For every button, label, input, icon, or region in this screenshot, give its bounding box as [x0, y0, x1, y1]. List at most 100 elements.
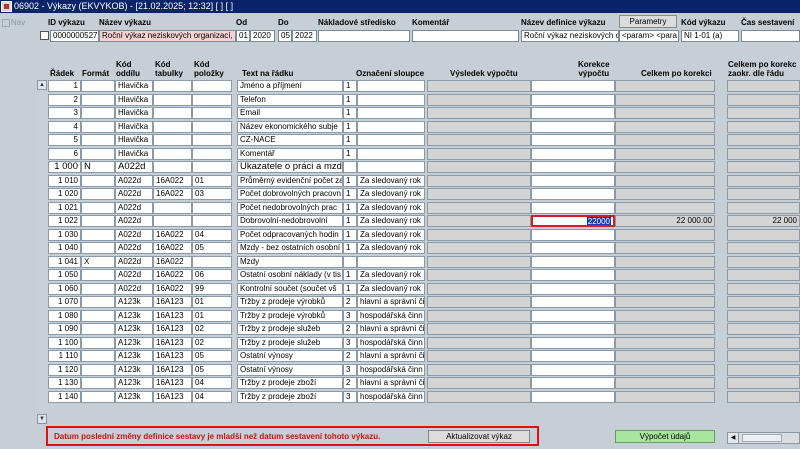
cell-polozka[interactable] [192, 161, 232, 173]
cell-sloupec[interactable] [343, 255, 357, 268]
cell-celkem[interactable] [615, 336, 715, 349]
cell-korekce[interactable] [531, 255, 615, 268]
cell-polozka[interactable]: 04 [192, 228, 232, 241]
cost-center-field[interactable] [318, 30, 410, 42]
cell-oznaceni[interactable]: Za sledovaný rok [357, 201, 425, 214]
cell-vysledek[interactable] [427, 215, 531, 227]
cell-radek[interactable]: 1 000 [48, 161, 81, 173]
cell-radek[interactable]: 1 [48, 80, 81, 92]
cell-text[interactable]: Dobrovolní-nedobrovolní [237, 215, 343, 227]
cell-format[interactable] [81, 215, 115, 227]
cell-tabulka[interactable]: 16A022 [153, 174, 192, 187]
cell-korekce[interactable] [531, 282, 615, 295]
cell-vysledek[interactable] [427, 201, 531, 214]
cell-sloupec[interactable]: 1 [343, 174, 357, 187]
cell-format[interactable] [81, 363, 115, 376]
cell-polozka[interactable]: 01 [192, 296, 232, 308]
cell-oddil[interactable]: A022d [115, 228, 153, 241]
cell-radek[interactable]: 1 030 [48, 228, 81, 241]
cell-polozka[interactable]: 01 [192, 174, 232, 187]
cell-celkem[interactable] [615, 147, 715, 160]
cell-zaokr[interactable] [727, 363, 800, 376]
cell-radek[interactable]: 1 130 [48, 377, 81, 389]
cell-vysledek[interactable] [427, 242, 531, 254]
cell-tabulka[interactable] [153, 120, 192, 133]
cell-zaokr[interactable] [727, 107, 800, 119]
cell-tabulka[interactable] [153, 80, 192, 92]
cell-korekce[interactable] [531, 80, 615, 92]
cell-text[interactable]: Ostatní osobní náklady (v tis [237, 269, 343, 281]
cell-vysledek[interactable] [427, 188, 531, 200]
cell-celkem[interactable] [615, 188, 715, 200]
cell-tabulka[interactable]: 16A123 [153, 336, 192, 349]
cell-radek[interactable]: 6 [48, 147, 81, 160]
cell-text[interactable]: CZ-NACE [237, 134, 343, 146]
cell-vysledek[interactable] [427, 363, 531, 376]
cell-sloupec[interactable]: 1 [343, 228, 357, 241]
cell-oznaceni[interactable] [357, 147, 425, 160]
calculate-button[interactable]: Výpočet údajů [615, 430, 715, 443]
cell-oddil[interactable]: A022d [115, 269, 153, 281]
cell-vysledek[interactable] [427, 107, 531, 119]
cell-celkem[interactable]: 22 000.00 [615, 215, 715, 227]
cell-radek[interactable]: 1 010 [48, 174, 81, 187]
cell-oddil[interactable]: A123k [115, 323, 153, 335]
cell-sloupec[interactable]: 2 [343, 350, 357, 362]
cell-format[interactable] [81, 120, 115, 133]
cell-format[interactable] [81, 377, 115, 389]
cell-sloupec[interactable]: 2 [343, 377, 357, 389]
cell-zaokr[interactable] [727, 282, 800, 295]
cell-tabulka[interactable]: 16A123 [153, 323, 192, 335]
cell-celkem[interactable] [615, 323, 715, 335]
cell-polozka[interactable]: 05 [192, 350, 232, 362]
cell-polozka[interactable]: 02 [192, 323, 232, 335]
cell-vysledek[interactable] [427, 336, 531, 349]
cell-oznaceni[interactable]: hospodářská činn [357, 309, 425, 322]
cell-vysledek[interactable] [427, 93, 531, 106]
cell-sloupec[interactable]: 1 [343, 242, 357, 254]
cell-zaokr[interactable] [727, 377, 800, 389]
cell-oznaceni[interactable]: Za sledovaný rok [357, 188, 425, 200]
cell-vysledek[interactable] [427, 147, 531, 160]
name-field[interactable]: Roční výkaz neziskových organizací, b [99, 30, 236, 42]
cell-zaokr[interactable] [727, 134, 800, 146]
cell-korekce[interactable] [531, 377, 615, 389]
cell-korekce[interactable] [531, 296, 615, 308]
cell-text[interactable]: Tržby z prodeje služeb [237, 336, 343, 349]
cell-oddil[interactable]: A123k [115, 350, 153, 362]
cell-format[interactable]: X [81, 255, 115, 268]
cell-format[interactable] [81, 228, 115, 241]
cell-text[interactable]: Telefon [237, 93, 343, 106]
cell-tabulka[interactable]: 16A022 [153, 255, 192, 268]
cell-text[interactable]: Tržby z prodeje zboží [237, 377, 343, 389]
nav-item[interactable]: Nav [2, 18, 25, 27]
cell-vysledek[interactable] [427, 134, 531, 146]
cell-oznaceni[interactable] [357, 80, 425, 92]
to-month-field[interactable]: 05 [278, 30, 292, 42]
cell-radek[interactable]: 5 [48, 134, 81, 146]
cell-celkem[interactable] [615, 282, 715, 295]
cell-text[interactable]: Komentář [237, 147, 343, 160]
cell-format[interactable] [81, 309, 115, 322]
cell-radek[interactable]: 1 070 [48, 296, 81, 308]
cell-text[interactable]: Ukazatele o práci a mzd [237, 161, 343, 173]
cell-oznaceni[interactable] [357, 134, 425, 146]
cell-celkem[interactable] [615, 120, 715, 133]
cell-korekce[interactable] [531, 147, 615, 160]
cell-zaokr[interactable] [727, 309, 800, 322]
cell-oznaceni[interactable]: hlavní a správní či [357, 377, 425, 389]
cell-oznaceni[interactable] [357, 161, 425, 173]
cell-celkem[interactable] [615, 390, 715, 403]
cell-celkem[interactable] [615, 161, 715, 173]
cell-oddil[interactable]: Hlavička [115, 134, 153, 146]
cell-oddil[interactable]: A022d [115, 255, 153, 268]
cell-text[interactable]: Mzdy - bez ostatních osobní [237, 242, 343, 254]
cell-format[interactable] [81, 296, 115, 308]
cell-korekce[interactable] [531, 363, 615, 376]
cell-vysledek[interactable] [427, 255, 531, 268]
cell-zaokr[interactable] [727, 201, 800, 214]
cell-oddil[interactable]: A123k [115, 377, 153, 389]
cell-polozka[interactable]: 03 [192, 188, 232, 200]
cell-oznaceni[interactable]: hlavní a správní či [357, 296, 425, 308]
cell-korekce[interactable] [531, 107, 615, 119]
